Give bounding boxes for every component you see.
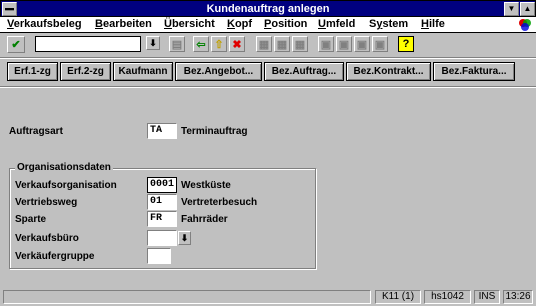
separator: [0, 86, 536, 88]
first-page-icon[interactable]: ▣: [318, 36, 334, 52]
title-bar: Kundenauftrag anlegen ▼ ▲: [0, 0, 536, 17]
prev-page-icon[interactable]: ▣: [336, 36, 352, 52]
bez-auftrag-button[interactable]: Bez.Auftrag...: [264, 62, 344, 81]
separator: [0, 57, 536, 59]
vkorg-field[interactable]: 0001: [147, 177, 177, 193]
status-system: K11 (1): [375, 290, 421, 304]
vkbur-dropdown-icon[interactable]: ⬇: [178, 231, 191, 245]
vkorg-label: Verkaufsorganisation: [15, 180, 117, 191]
auftragsart-desc: Terminauftrag: [181, 126, 248, 137]
sparte-field[interactable]: FR: [147, 211, 177, 227]
toolbar: ✔ ⬇ ▤ ⇦ ⇧ ✖ ▦ ▦ ▦ ▣ ▣ ▣ ▣ ?: [0, 33, 536, 56]
menu-position[interactable]: Position: [264, 18, 307, 30]
help-icon[interactable]: ?: [398, 36, 414, 52]
find-next-icon[interactable]: ▦: [292, 36, 308, 52]
menu-kopf[interactable]: Kopf: [227, 18, 252, 30]
last-page-icon[interactable]: ▣: [372, 36, 388, 52]
minimize-button[interactable]: ▼: [504, 2, 519, 16]
back-arrow-icon[interactable]: ⇦: [193, 36, 209, 52]
vkgrp-label: Verkäufergruppe: [15, 251, 95, 262]
next-page-icon[interactable]: ▣: [354, 36, 370, 52]
cancel-x-icon[interactable]: ✖: [229, 36, 245, 52]
menu-bearbeiten[interactable]: Bearbeiten: [95, 18, 152, 30]
sap-logo-icon: [518, 18, 532, 32]
menu-uebersicht[interactable]: Übersicht: [164, 18, 215, 30]
window-title: Kundenauftrag anlegen: [206, 3, 330, 15]
vtweg-field[interactable]: 01: [147, 194, 177, 210]
vkbur-field[interactable]: [147, 230, 177, 246]
vkgrp-field[interactable]: [147, 248, 171, 264]
maximize-button[interactable]: ▲: [520, 2, 535, 16]
vkbur-label: Verkaufsbüro: [15, 233, 79, 244]
exit-up-arrow-icon[interactable]: ⇧: [211, 36, 227, 52]
status-mode: INS: [474, 290, 500, 304]
group-title: Organisationsdaten: [15, 162, 113, 173]
erf1-button[interactable]: Erf.1-zg: [7, 62, 58, 81]
sparte-label: Sparte: [15, 214, 47, 225]
enter-checkmark-icon[interactable]: ✔: [7, 36, 25, 53]
status-server: hs1042: [424, 290, 471, 304]
sparte-desc: Fahrräder: [181, 214, 228, 225]
bez-kontrakt-button[interactable]: Bez.Kontrakt...: [346, 62, 431, 81]
menu-verkaufsbeleg[interactable]: Verkaufsbeleg: [7, 18, 82, 30]
vtweg-label: Vertriebsweg: [15, 197, 78, 208]
command-field[interactable]: [35, 36, 141, 52]
menu-system[interactable]: System: [369, 18, 408, 30]
find-icon[interactable]: ▦: [274, 36, 290, 52]
status-message: [3, 290, 371, 304]
print-icon[interactable]: ▦: [256, 36, 272, 52]
bez-faktura-button[interactable]: Bez.Faktura...: [433, 62, 515, 81]
menu-umfeld[interactable]: Umfeld: [318, 18, 355, 30]
dropdown-arrow-icon[interactable]: ⬇: [146, 36, 160, 50]
system-menu-icon[interactable]: [2, 2, 17, 16]
vkorg-desc: Westküste: [181, 180, 231, 191]
auftragsart-field[interactable]: TA: [147, 123, 177, 139]
erf2-button[interactable]: Erf.2-zg: [60, 62, 111, 81]
kaufmann-button[interactable]: Kaufmann: [113, 62, 173, 81]
menu-bar: Verkaufsbeleg Bearbeiten Übersicht Kopf …: [0, 17, 536, 33]
vtweg-desc: Vertreterbesuch: [181, 197, 258, 208]
auftragsart-label: Auftragsart: [9, 126, 63, 137]
status-time: 13:26: [503, 290, 533, 304]
status-bar: K11 (1) hs1042 INS 13:26: [0, 288, 536, 306]
menu-hilfe[interactable]: Hilfe: [421, 18, 445, 30]
bez-angebot-button[interactable]: Bez.Angebot...: [175, 62, 262, 81]
save-icon[interactable]: ▤: [169, 36, 185, 52]
